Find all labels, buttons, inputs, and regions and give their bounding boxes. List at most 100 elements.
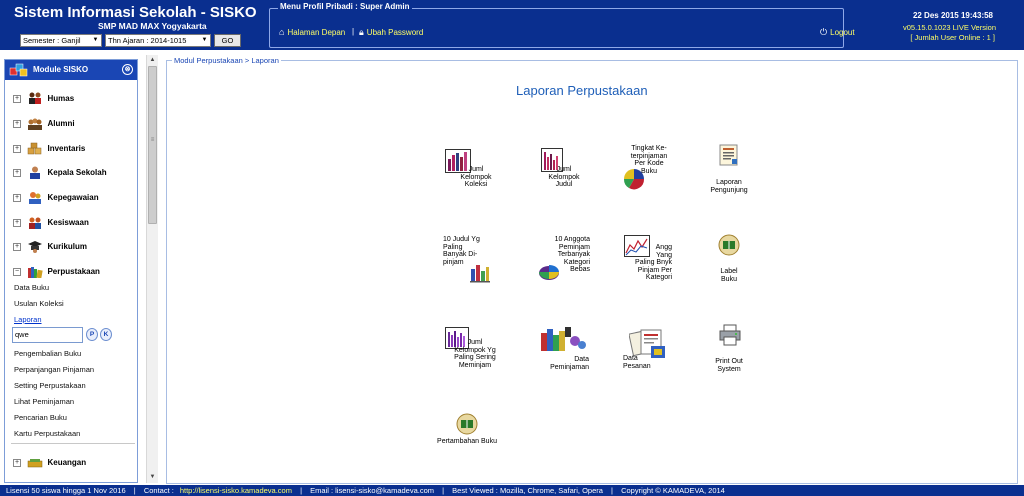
sidebar-group-label: Kepala Sekolah xyxy=(47,168,107,177)
sidebar-group-label: Perpustakaan xyxy=(47,267,100,276)
grip-icon: ≡ xyxy=(150,137,155,143)
sidebar-group-kepegawaian[interactable]: + Kepegawaian xyxy=(13,191,99,207)
sidebar-group-alumni[interactable]: + Alumni xyxy=(13,117,75,133)
book-add-icon xyxy=(456,413,478,435)
module-cubes-icon xyxy=(9,63,28,77)
home-icon: ⌂ xyxy=(279,27,285,37)
report-label: Laporan Pengunjung xyxy=(710,179,748,194)
email-info: Email : lisensi-sisko@kamadeva.com xyxy=(310,486,435,495)
report-tingkat-keterpinjaman[interactable]: Tingkat Ke-terpinjaman Per Kode Buku xyxy=(621,142,711,202)
report-juml-kelompok-sering-meminjam[interactable]: Juml Kelompok Yg Paling Sering Meminjam xyxy=(441,326,531,386)
school-name: SMP MAD MAX Yogyakarta xyxy=(98,21,207,31)
search-p-button[interactable]: P xyxy=(86,328,98,341)
sidebar-group-kurikulum[interactable]: + Kurikulum xyxy=(13,240,87,256)
sidebar-item-usulan-koleksi[interactable]: Usulan Koleksi xyxy=(14,299,64,308)
report-label: Data Pesanan xyxy=(623,355,651,370)
report-10-anggota-peminjam[interactable]: 10 Anggota Peminjam Terbanyak Kategori Bebas xyxy=(536,234,626,294)
contact-link[interactable]: http://lisensi-sisko.kamadeva.com xyxy=(180,486,292,495)
sidebar-group-kepala-sekolah[interactable]: + Kepala Sekolah xyxy=(13,166,107,182)
scroll-up-arrow-icon[interactable]: ▲ xyxy=(147,55,158,66)
sidebar-group-inventaris[interactable]: + Inventaris xyxy=(13,142,85,158)
report-pertambahan-buku[interactable]: Pertambahan Buku xyxy=(431,413,521,473)
scroll-thumb[interactable]: ≡ xyxy=(148,66,157,224)
sidebar-item-lihat-peminjaman[interactable]: Lihat Peminjaman xyxy=(14,397,74,406)
sidebar-item-perpanjangan-pinjaman[interactable]: Perpanjangan Pinjaman xyxy=(14,365,94,374)
license-info: Lisensi 50 siswa hingga 1 Nov 2016 xyxy=(6,486,126,495)
report-label: Pertambahan Buku xyxy=(437,438,497,445)
sidebar-search-input[interactable]: qwe xyxy=(12,327,83,343)
borrowing-books-icon xyxy=(541,327,586,351)
best-viewed-info: Best Viewed : Mozilla, Chrome, Safari, O… xyxy=(452,486,603,495)
module-title: Module SISKO xyxy=(33,65,89,74)
sidebar-group-label: Inventaris xyxy=(47,144,86,153)
sidebar-group-label: Humas xyxy=(47,94,75,103)
pie-chart-icon xyxy=(623,169,645,190)
academic-year-select-value: Thn Ajaran : 2014-1015 xyxy=(108,36,187,45)
expand-icon: + xyxy=(13,242,21,251)
logout-link[interactable]: ⏻ Logout xyxy=(820,27,855,38)
report-data-pesanan[interactable]: Data Pesanan xyxy=(623,326,713,386)
pie-chart-icon xyxy=(539,265,559,280)
document-report-icon xyxy=(719,144,738,166)
change-password-label: Ubah Password xyxy=(366,28,424,37)
report-label: Label Buku xyxy=(720,268,738,283)
report-print-out-system[interactable]: Print Out System xyxy=(703,323,793,383)
library-icon xyxy=(28,267,43,278)
sidebar-item-setting-perpustakaan[interactable]: Setting Perpustakaan xyxy=(14,381,86,390)
footer-separator: | xyxy=(300,486,303,495)
sidebar-item-kartu-perpustakaan[interactable]: Kartu Perpustakaan xyxy=(14,429,80,438)
report-angg-paling-bnyk-pinjam[interactable]: Angg Yang Paling Bnyk Pinjam Per Kategori xyxy=(622,234,712,294)
footer-separator: | xyxy=(133,486,136,495)
version-label: v05.15.0.1023 LIVE Version xyxy=(903,23,996,32)
report-label: Print Out System xyxy=(715,358,743,373)
report-juml-kelompok-koleksi[interactable]: Juml Kelompok Koleksi xyxy=(443,145,533,205)
sidebar-group-label: Keuangan xyxy=(47,458,87,467)
collapse-icon[interactable]: ⊗ xyxy=(122,64,133,75)
report-laporan-pengunjung[interactable]: Laporan Pengunjung xyxy=(703,143,793,203)
sidebar-group-humas[interactable]: + Humas xyxy=(13,92,74,108)
collapse-group-icon: − xyxy=(13,267,21,276)
footer-separator: | xyxy=(611,486,613,495)
page-title: Laporan Perpustakaan xyxy=(516,83,648,98)
report-data-peminjaman[interactable]: Data Peminjaman xyxy=(539,325,629,385)
report-10-judul-paling-banyak[interactable]: 10 Judul Yg Paling Banyak Di-pinjam xyxy=(443,234,533,294)
expand-icon: + xyxy=(13,458,21,467)
sidebar-item-laporan[interactable]: Laporan xyxy=(14,315,42,324)
scroll-down-arrow-icon[interactable]: ▼ xyxy=(147,472,158,483)
search-k-button[interactable]: K xyxy=(100,328,112,341)
academic-year-select[interactable]: Thn Ajaran : 2014-1015 ▼ xyxy=(105,34,211,47)
go-button[interactable]: GO xyxy=(214,34,241,47)
breadcrumb[interactable]: Modul Perpustakaan > Laporan xyxy=(172,56,281,65)
profile-menu-box xyxy=(269,8,844,48)
principal-icon xyxy=(30,166,41,179)
sidebar-group-perpustakaan[interactable]: − Perpustakaan xyxy=(13,265,100,281)
sidebar-scrollbar[interactable]: ▲ ≡ ▼ xyxy=(146,55,158,483)
sidebar-item-data-buku[interactable]: Data Buku xyxy=(14,283,49,292)
report-label: Juml Kelompok Judul xyxy=(548,166,580,188)
app-title: Sistem Informasi Sekolah - SISKO xyxy=(14,4,257,21)
semester-select[interactable]: Semester : Ganjil ▼ xyxy=(20,34,102,47)
students-icon xyxy=(29,217,42,229)
sidebar-item-pencarian-buku[interactable]: Pencarian Buku xyxy=(14,413,67,422)
semester-select-value: Semester : Ganjil xyxy=(23,36,81,45)
change-password-link[interactable]: 🔒︎ Ubah Password xyxy=(359,27,423,38)
sidebar-group-kesiswaan[interactable]: + Kesiswaan xyxy=(13,216,89,232)
home-link[interactable]: ⌂ Halaman Depan xyxy=(279,27,345,37)
footer-bar: Lisensi 50 siswa hingga 1 Nov 2016 | Con… xyxy=(0,485,1024,496)
home-link-label: Halaman Depan xyxy=(287,28,346,37)
expand-icon: + xyxy=(13,119,21,128)
sidebar-item-pengembalian-buku[interactable]: Pengembalian Buku xyxy=(14,349,81,358)
expand-icon: + xyxy=(13,218,21,227)
header-bar: Sistem Informasi Sekolah - SISKO SMP MAD… xyxy=(0,0,1024,50)
report-juml-kelompok-judul[interactable]: Juml Kelompok Judul xyxy=(539,145,629,205)
report-label: Juml Kelompok Yg Paling Sering Meminjam xyxy=(454,339,496,369)
copyright: Copyright © KAMADEVA, 2014 xyxy=(621,486,725,495)
report-label-buku[interactable]: Label Buku xyxy=(703,234,793,294)
expand-icon: + xyxy=(13,193,21,202)
expand-icon: + xyxy=(13,168,21,177)
datetime-display: 22 Des 2015 19:43:58 xyxy=(912,11,993,20)
module-header: Module SISKO ⊗ xyxy=(5,60,137,80)
sidebar-group-label: Alumni xyxy=(47,119,75,128)
nav-separator: | xyxy=(352,27,355,36)
sidebar-group-keuangan[interactable]: + Keuangan xyxy=(13,456,86,472)
